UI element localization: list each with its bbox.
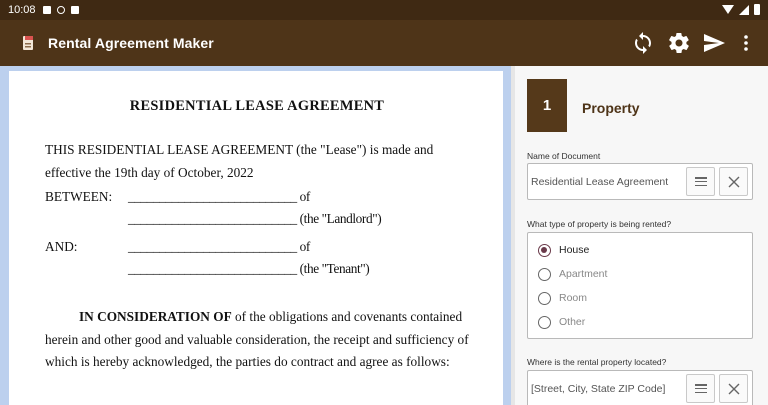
- doc-name-field[interactable]: Residential Lease Agreement: [527, 163, 753, 200]
- doc-name-clear-button[interactable]: [719, 167, 748, 196]
- document-content: RESIDENTIAL LEASE AGREEMENT THIS RESIDEN…: [45, 98, 475, 369]
- more-vert-icon[interactable]: [734, 31, 758, 55]
- cell-signal-icon: [739, 4, 749, 15]
- location-options-button[interactable]: [686, 374, 715, 403]
- radio-unchecked-icon[interactable]: [538, 315, 551, 329]
- app-title: Rental Agreement Maker: [48, 35, 214, 51]
- step-title: Property: [582, 100, 640, 116]
- status-bar: 10:08: [0, 0, 768, 20]
- location-label: Where is the rental property located?: [527, 357, 667, 367]
- battery-icon: [754, 4, 760, 15]
- form-panel: 1 Property Name of Document Residential …: [515, 66, 768, 405]
- radio-room[interactable]: Room: [538, 290, 587, 306]
- radio-house-label[interactable]: House: [559, 244, 589, 256]
- location-placeholder[interactable]: [Street, City, State ZIP Code]: [531, 383, 665, 395]
- between-line-1: ___________________________ of: [128, 189, 310, 204]
- and-line-1: ___________________________ of: [128, 239, 310, 254]
- between-line-2: ___________________________ (the "Landlo…: [128, 211, 382, 226]
- document-title: RESIDENTIAL LEASE AGREEMENT: [129, 98, 385, 114]
- doc-name-value[interactable]: Residential Lease Agreement: [531, 176, 668, 188]
- send-icon[interactable]: [702, 31, 726, 55]
- doc-name-options-button[interactable]: [686, 167, 715, 196]
- consideration-bold: IN CONSIDERATION OF: [79, 309, 232, 324]
- property-type-group: House Apartment Room Other: [527, 232, 753, 339]
- location-clear-button[interactable]: [719, 374, 748, 403]
- app-logo-icon: [23, 36, 33, 50]
- radio-house[interactable]: House: [538, 242, 589, 258]
- step-number-badge: 1: [527, 79, 567, 132]
- radio-checked-icon[interactable]: [538, 243, 551, 257]
- notification-icon: [42, 6, 51, 14]
- menu-lines-icon: [694, 384, 707, 393]
- property-type-label: What type of property is being rented?: [527, 219, 672, 229]
- between-label: BETWEEN:: [45, 189, 113, 204]
- and-line-2: ___________________________ (the "Tenant…: [128, 261, 370, 276]
- status-time: 10:08: [8, 4, 36, 16]
- radio-unchecked-icon[interactable]: [538, 291, 551, 305]
- app-bar: Rental Agreement Maker: [0, 20, 768, 66]
- and-label: AND:: [45, 239, 78, 254]
- wifi-icon: [722, 5, 734, 14]
- settings-icon[interactable]: [667, 31, 691, 55]
- close-icon: [728, 176, 739, 187]
- debug-icon: [56, 6, 65, 14]
- radio-apartment-label[interactable]: Apartment: [559, 268, 607, 280]
- document-preview-area[interactable]: RESIDENTIAL LEASE AGREEMENT THIS RESIDEN…: [0, 66, 511, 405]
- document-page: RESIDENTIAL LEASE AGREEMENT THIS RESIDEN…: [9, 71, 503, 405]
- document-intro: THIS RESIDENTIAL LEASE AGREEMENT (the "L…: [45, 142, 434, 180]
- menu-lines-icon: [694, 177, 707, 186]
- sd-card-icon: [70, 6, 79, 14]
- radio-apartment[interactable]: Apartment: [538, 266, 607, 282]
- radio-unchecked-icon[interactable]: [538, 267, 551, 281]
- refresh-icon[interactable]: [631, 31, 655, 55]
- radio-room-label[interactable]: Room: [559, 292, 587, 304]
- location-field[interactable]: [Street, City, State ZIP Code]: [527, 370, 753, 405]
- radio-other-label[interactable]: Other: [559, 316, 585, 328]
- consideration-paragraph: IN CONSIDERATION OF of the obligations a…: [45, 306, 475, 374]
- doc-name-label: Name of Document: [527, 151, 601, 161]
- radio-other[interactable]: Other: [538, 314, 585, 330]
- close-icon: [728, 383, 739, 394]
